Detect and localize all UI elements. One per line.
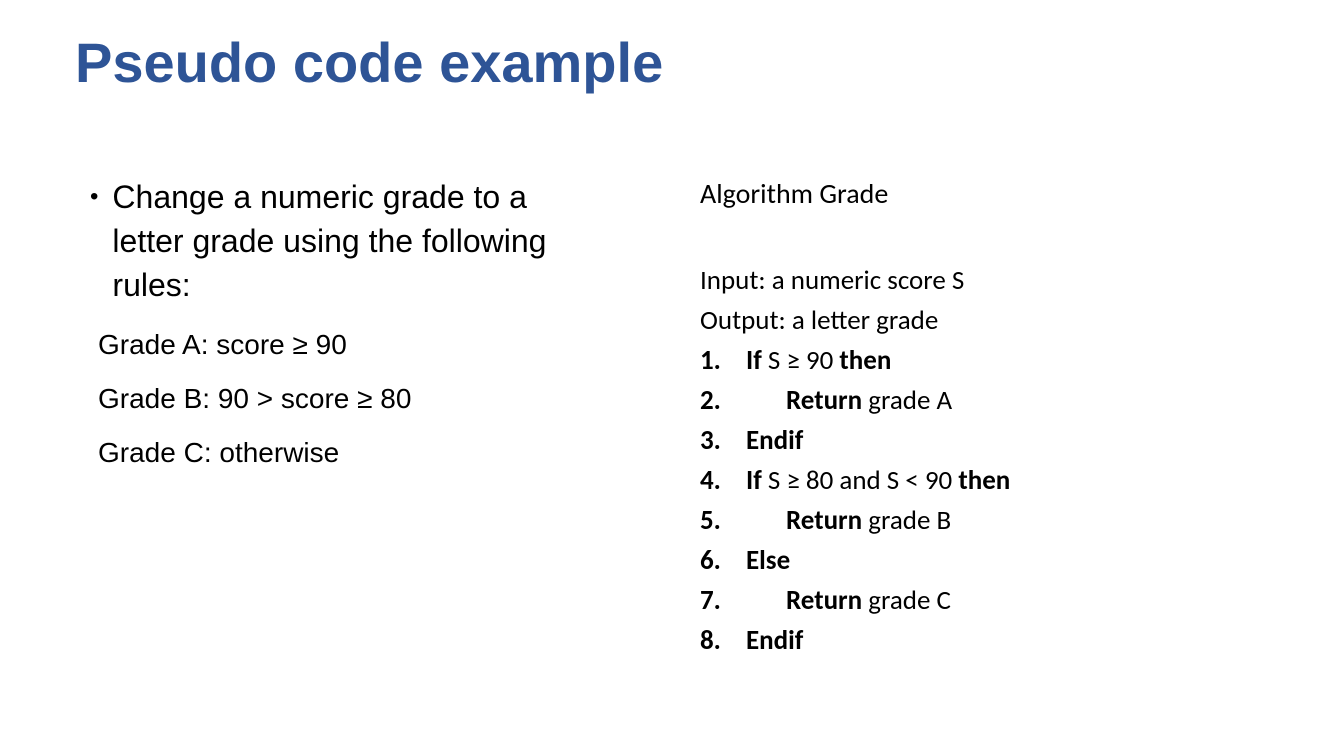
algorithm-title: Algorithm Grade: [700, 175, 1160, 213]
step-keyword: then: [839, 344, 891, 377]
algorithm-output: Output: a letter grade: [700, 301, 1160, 341]
step-number: 8.: [700, 621, 746, 661]
algorithm-input: Input: a numeric score S: [700, 261, 1160, 301]
step-keyword: If: [746, 464, 762, 497]
step-text: S ≥ 80 and S < 90: [762, 464, 959, 497]
step-number: 3.: [700, 421, 746, 461]
left-column: • Change a numeric grade to a letter gra…: [80, 175, 600, 661]
bullet-dot-icon: •: [90, 175, 98, 219]
step-keyword: Return: [786, 504, 862, 537]
step-number: 2.: [700, 381, 746, 421]
algorithm-step: 1.If S ≥ 90 then: [700, 341, 1160, 381]
step-body: Endif: [746, 621, 1160, 661]
algorithm-step: 8.Endif: [700, 621, 1160, 661]
step-number: 6.: [700, 541, 746, 581]
step-keyword: then: [958, 464, 1010, 497]
step-number: 1.: [700, 341, 746, 381]
step-text: S ≥ 90: [762, 344, 840, 377]
step-text: grade C: [862, 584, 951, 617]
step-text: grade B: [862, 504, 951, 537]
right-column: Algorithm Grade Input: a numeric score S…: [680, 175, 1160, 661]
step-number: 5.: [700, 501, 746, 541]
step-body: Else: [746, 541, 1160, 581]
step-keyword: Return: [786, 384, 862, 417]
bullet-text: Change a numeric grade to a letter grade…: [112, 175, 600, 307]
slide-title: Pseudo code example: [75, 30, 1247, 95]
rule-line: Grade B: 90 > score ≥ 80: [98, 379, 600, 419]
rule-line: Grade A: score ≥ 90: [98, 325, 600, 365]
algorithm-step: 3.Endif: [700, 421, 1160, 461]
algorithm-step: 6.Else: [700, 541, 1160, 581]
step-body: Endif: [746, 421, 1160, 461]
step-keyword: Endif: [746, 624, 803, 657]
step-keyword: Return: [786, 584, 862, 617]
algorithm-steps: 1.If S ≥ 90 then2.Return grade A3.Endif4…: [700, 341, 1160, 661]
step-keyword: Else: [746, 544, 790, 577]
rule-line: Grade C: otherwise: [98, 433, 600, 473]
algorithm-step: 5.Return grade B: [700, 501, 1160, 541]
step-body: If S ≥ 90 then: [746, 341, 1160, 381]
step-text: grade A: [862, 384, 952, 417]
algorithm-step: 4.If S ≥ 80 and S < 90 then: [700, 461, 1160, 501]
algorithm-step: 7.Return grade C: [700, 581, 1160, 621]
step-number: 4.: [700, 461, 746, 501]
step-keyword: If: [746, 344, 762, 377]
slide-content: • Change a numeric grade to a letter gra…: [80, 175, 1247, 661]
step-body: Return grade A: [746, 381, 1160, 421]
step-body: If S ≥ 80 and S < 90 then: [746, 461, 1160, 501]
algorithm-step: 2.Return grade A: [700, 381, 1160, 421]
step-keyword: Endif: [746, 424, 803, 457]
step-body: Return grade B: [746, 501, 1160, 541]
step-number: 7.: [700, 581, 746, 621]
bullet-item: • Change a numeric grade to a letter gra…: [80, 175, 600, 307]
step-body: Return grade C: [746, 581, 1160, 621]
